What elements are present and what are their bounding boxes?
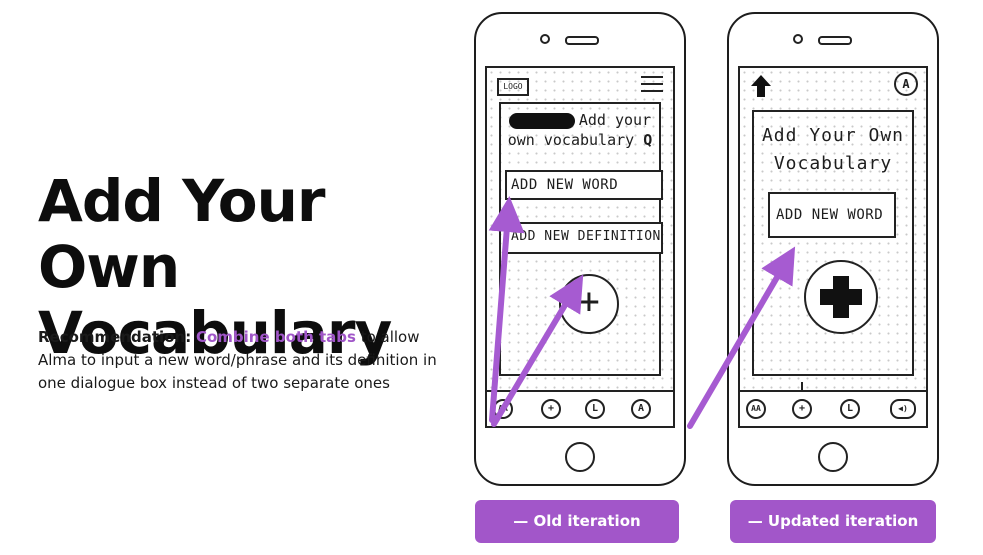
tab-add-icon[interactable]: + xyxy=(541,399,561,419)
plus-icon: + xyxy=(578,281,600,322)
plus-icon xyxy=(820,276,862,318)
add-new-word-field[interactable]: ADD NEW WORD xyxy=(768,192,896,238)
recommendation-text: Recommendation: Combine both tabs to all… xyxy=(38,326,448,395)
camera-icon xyxy=(793,34,803,44)
scribble-mark xyxy=(508,112,575,129)
hamburger-menu-icon[interactable] xyxy=(641,76,663,94)
old-screen: LOGO Add your own vocabulary Q ADD NEW W… xyxy=(485,66,675,428)
old-iteration-phone: LOGO Add your own vocabulary Q ADD NEW W… xyxy=(474,12,686,486)
speaker-icon xyxy=(818,36,852,45)
old-dialog-title-line-1: Add your xyxy=(578,111,652,129)
updated-iteration-phone: A Add Your Own Vocabulary ADD NEW WORD A… xyxy=(727,12,939,486)
home-button[interactable] xyxy=(818,442,848,472)
old-tab-bar: AA + L A xyxy=(487,390,673,426)
updated-iteration-caption: — Updated iteration xyxy=(730,500,936,543)
recommendation-highlight: Combine both tabs xyxy=(195,328,356,346)
updated-screen: A Add Your Own Vocabulary ADD NEW WORD A… xyxy=(738,66,928,428)
add-plus-button[interactable] xyxy=(804,260,878,334)
profile-icon[interactable]: A xyxy=(894,72,918,96)
old-dialog-title: Add your own vocabulary Q xyxy=(507,110,653,150)
tab-lesson-icon[interactable]: L xyxy=(585,399,605,419)
new-add-vocabulary-dialog: Add Your Own Vocabulary ADD NEW WORD xyxy=(752,110,914,376)
search-icon[interactable]: Q xyxy=(643,131,652,149)
new-dialog-title: Add Your Own Vocabulary xyxy=(760,122,906,178)
back-arrow-icon[interactable] xyxy=(750,74,772,98)
updated-tab-bar: AA + L ◀) xyxy=(740,390,926,426)
old-iteration-caption: — Old iteration xyxy=(475,500,679,543)
add-new-word-field[interactable]: ADD NEW WORD xyxy=(505,170,663,200)
old-add-vocabulary-dialog: Add your own vocabulary Q ADD NEW WORD A… xyxy=(499,102,663,376)
tab-text-size-icon[interactable]: AA xyxy=(493,399,513,419)
recommendation-label: Recommendation: xyxy=(38,328,192,346)
new-dialog-title-line-2: Vocabulary xyxy=(773,153,893,174)
slide-title-line-1: Add Your Own xyxy=(38,167,326,301)
tab-profile-icon[interactable]: A xyxy=(631,399,651,419)
add-plus-button[interactable]: + xyxy=(559,274,619,334)
old-dialog-title-line-2: own vocabulary xyxy=(507,131,635,149)
add-new-definition-field[interactable]: ADD NEW DEFINITION xyxy=(505,222,663,254)
home-button[interactable] xyxy=(565,442,595,472)
new-dialog-title-line-1: Add Your Own xyxy=(761,125,905,146)
tab-audio-icon[interactable]: ◀) xyxy=(890,399,916,419)
tab-lesson-icon[interactable]: L xyxy=(840,399,860,419)
camera-icon xyxy=(540,34,550,44)
tab-text-size-icon[interactable]: AA xyxy=(746,399,766,419)
logo-box: LOGO xyxy=(497,78,529,96)
tab-add-icon[interactable]: + xyxy=(792,399,812,419)
speaker-icon xyxy=(565,36,599,45)
